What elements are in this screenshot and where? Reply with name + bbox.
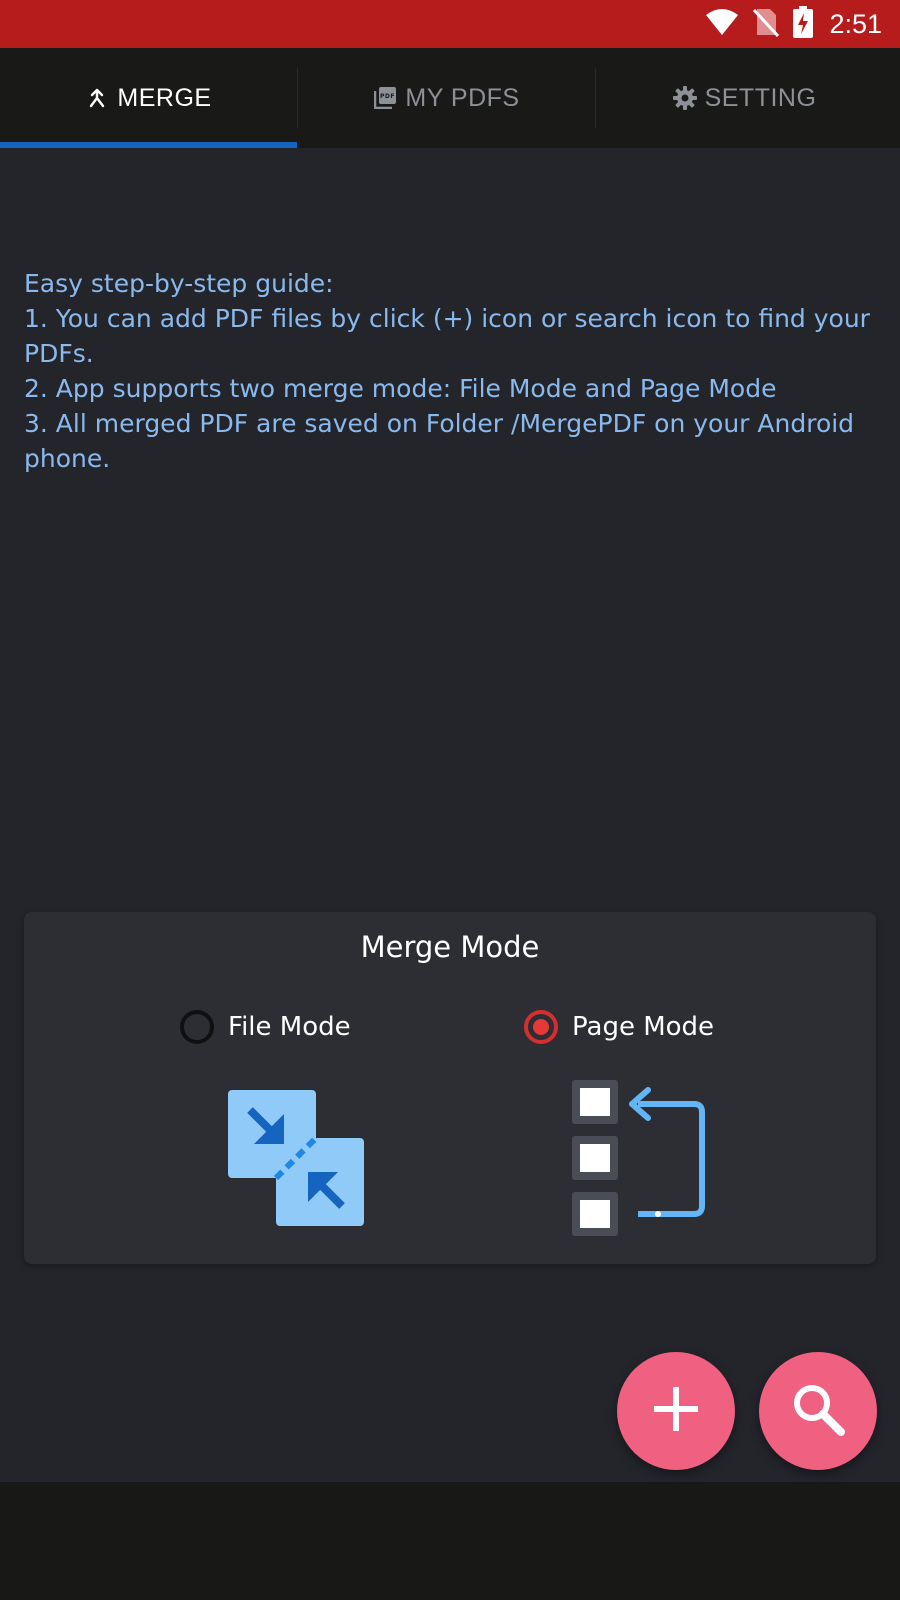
page-mode-radio[interactable]: [524, 1010, 558, 1044]
no-sim-icon: [753, 7, 780, 41]
gear-icon: [672, 86, 697, 110]
search-icon: [789, 1380, 847, 1442]
guide-step-2: 2. App supports two merge mode: File Mod…: [24, 374, 777, 403]
add-pdf-button[interactable]: [617, 1352, 735, 1470]
status-icons: 2:51: [705, 0, 882, 48]
merge-icon: [85, 86, 109, 110]
search-pdf-button[interactable]: [759, 1352, 877, 1470]
file-mode-radio[interactable]: [180, 1010, 214, 1044]
page-mode-option[interactable]: Page Mode: [524, 1010, 714, 1044]
navigation-bar: [0, 1482, 900, 1600]
guide-step-1: 1. You can add PDF files by click (+) ic…: [24, 304, 870, 368]
tab-setting-label: SETTING: [704, 83, 817, 112]
battery-charging-icon: [793, 6, 814, 42]
tab-merge[interactable]: MERGE: [0, 48, 297, 148]
tab-my-pdfs-label: MY PDFS: [405, 83, 520, 112]
status-bar: 2:51: [0, 0, 900, 48]
file-mode-option[interactable]: File Mode: [180, 1010, 351, 1044]
page-mode-label: Page Mode: [572, 1012, 715, 1042]
merge-mode-title: Merge Mode: [360, 930, 540, 964]
plus-icon: [652, 1385, 700, 1437]
tab-merge-label: MERGE: [117, 83, 212, 112]
guide-text: Easy step-by-step guide: 1. You can add …: [24, 266, 876, 476]
guide-step-3: 3. All merged PDF are saved on Folder /M…: [24, 409, 855, 473]
tab-my-pdfs[interactable]: PDF MY PDFS: [298, 48, 595, 148]
merge-mode-card: Merge Mode File Mode Page Mode: [24, 912, 876, 1264]
tab-bar: MERGE PDF MY PDFS SETTING: [0, 48, 900, 148]
status-time: 2:51: [829, 8, 882, 39]
pdf-icon: PDF: [373, 86, 397, 110]
tab-setting[interactable]: SETTING: [596, 48, 893, 148]
guide-heading: Easy step-by-step guide:: [24, 269, 334, 298]
file-merge-icon: [228, 1090, 364, 1230]
svg-text:PDF: PDF: [380, 93, 395, 100]
file-mode-label: File Mode: [228, 1012, 351, 1042]
page-order-icon: [572, 1080, 732, 1244]
wifi-icon: [705, 8, 739, 40]
